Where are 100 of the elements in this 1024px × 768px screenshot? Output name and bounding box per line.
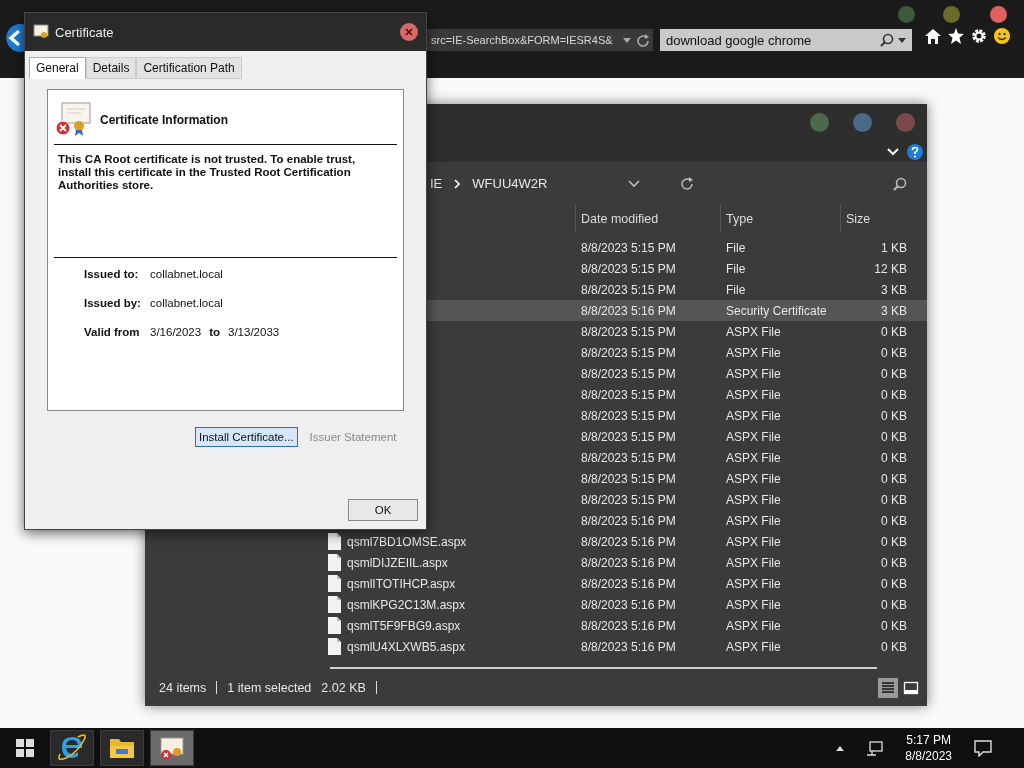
section-heading: Certificate Information <box>100 113 228 127</box>
table-cell-text: 0 KB <box>880 596 908 614</box>
close-icon <box>405 28 413 36</box>
table-cell-text: 8/8/2023 5:15 PM <box>580 491 677 509</box>
dropdown-icon[interactable] <box>898 37 906 43</box>
star-icon[interactable] <box>948 28 964 44</box>
table-cell-text: 8/8/2023 5:16 PM <box>580 575 677 593</box>
table-cell-text: 0 KB <box>880 428 908 446</box>
field-value: 3/16/2023 <box>150 326 202 338</box>
table-cell-text: 8/8/2023 5:15 PM <box>580 344 677 362</box>
search-field[interactable]: download google chrome <box>660 29 912 51</box>
certificate-icon <box>33 24 49 40</box>
table-cell-text: ASPX File <box>725 470 782 488</box>
table-cell-text: File <box>725 281 747 299</box>
file-row[interactable]: qsmlDIJZEIIL.aspx 8/8/2023 5:16 PM ASPX File 0 KB <box>320 552 927 574</box>
table-cell-text: 0 KB <box>880 386 908 404</box>
file-row[interactable]: qsml7BD1OMSE.aspx 8/8/2023 5:16 PM ASPX File 0 KB <box>320 531 927 553</box>
notification-icon[interactable] <box>974 739 992 757</box>
table-cell-text: ASPX File <box>725 491 782 509</box>
file-icon <box>328 575 341 593</box>
clock-date[interactable]: 8/8/2023 <box>905 748 952 764</box>
maximize-button[interactable] <box>943 6 960 23</box>
search-icon[interactable] <box>893 176 907 191</box>
table-cell-text: 8/8/2023 5:16 PM <box>580 302 677 320</box>
chevron-right-icon <box>454 178 461 189</box>
warning-message: This CA Root certificate is not trusted. To enable trust, install this certificate in the Trusted Root Certification Authorities store. <box>54 145 397 258</box>
column-header[interactable]: Date modified <box>575 204 720 233</box>
clock-time[interactable]: 5:17 PM <box>906 732 951 748</box>
file-name: qsmlKPG2C13M.aspx <box>347 597 466 612</box>
chevron-icon[interactable] <box>887 147 899 156</box>
file-icon <box>328 554 341 572</box>
table-cell-text: 8/8/2023 5:15 PM <box>580 407 677 425</box>
table-cell-text: 8/8/2023 5:16 PM <box>580 512 677 530</box>
table-cell-text: ASPX File <box>725 617 782 635</box>
list-icon <box>880 679 896 696</box>
file-row[interactable]: qsmlITOTIHCP.aspx 8/8/2023 5:16 PM ASPX File 0 KB <box>320 573 927 595</box>
refresh-icon[interactable] <box>637 33 649 47</box>
file-icon <box>328 617 341 635</box>
table-cell-text: 8/8/2023 5:15 PM <box>580 260 677 278</box>
taskbar-button[interactable] <box>100 730 144 766</box>
tab[interactable]: Details <box>85 57 137 79</box>
breadcrumb-item[interactable]: WFUU4W2R <box>472 176 548 192</box>
table-cell-text: 8/8/2023 5:16 PM <box>580 554 677 572</box>
details-view-button[interactable] <box>878 677 898 698</box>
certificate-error-icon <box>54 102 92 138</box>
selection-info: 1 item selected <box>227 680 312 695</box>
table-cell-text: 8/8/2023 5:15 PM <box>580 239 677 257</box>
table-cell-text: ASPX File <box>725 323 782 341</box>
table-cell-text: 0 KB <box>880 575 908 593</box>
table-cell-text: 8/8/2023 5:16 PM <box>580 533 677 551</box>
home-icon[interactable] <box>925 28 941 44</box>
field-value: collabnet.local <box>150 268 223 280</box>
table-cell-text: ASPX File <box>725 533 782 551</box>
table-cell-text: 12 KB <box>873 260 908 278</box>
tab[interactable]: Certification Path <box>136 57 242 79</box>
address-field[interactable]: src=IE-SearchBox&FORM=IESR4S& <box>427 29 653 51</box>
file-icon <box>328 533 341 551</box>
dropdown-icon[interactable] <box>628 179 640 188</box>
column-header[interactable]: Size <box>840 204 911 233</box>
breadcrumb-item[interactable]: IE <box>430 176 443 192</box>
taskbar-button[interactable] <box>150 730 194 766</box>
table-cell-text: 0 KB <box>880 449 908 467</box>
table-cell-text: 8/8/2023 5:15 PM <box>580 323 677 341</box>
table-cell-text: 0 KB <box>880 533 908 551</box>
file-row[interactable]: qsmlKPG2C13M.aspx 8/8/2023 5:16 PM ASPX File 0 KB <box>320 594 927 616</box>
selection-size: 2.02 KB <box>321 680 366 695</box>
field-value: 3/13/2033 <box>228 326 280 338</box>
tab[interactable]: General <box>29 57 86 79</box>
dropdown-icon[interactable] <box>623 37 631 43</box>
file-row[interactable]: qsmlU4XLXWB5.aspx 8/8/2023 5:16 PM ASPX File 0 KB <box>320 636 927 658</box>
search-icon[interactable] <box>880 33 894 47</box>
table-cell-text: ASPX File <box>725 512 782 530</box>
column-header[interactable]: Type <box>720 204 840 233</box>
settings-icon[interactable] <box>971 28 987 44</box>
taskbar-button[interactable] <box>50 730 94 766</box>
table-cell-text: 0 KB <box>880 407 908 425</box>
maximize-button[interactable] <box>853 112 872 132</box>
table-cell-text: File <box>725 239 747 257</box>
table-cell-text: 8/8/2023 5:15 PM <box>580 386 677 404</box>
table-cell-text: 3 KB <box>880 281 908 299</box>
start-button[interactable] <box>16 739 34 757</box>
action-button[interactable]: Install Certificate... <box>195 427 298 447</box>
table-cell-text: ASPX File <box>725 365 782 383</box>
field-label: to <box>209 326 221 338</box>
table-cell-text: ASPX File <box>725 428 782 446</box>
ok-button[interactable]: OK <box>348 499 418 521</box>
close-button[interactable] <box>400 23 418 41</box>
help-icon[interactable] <box>907 143 923 160</box>
table-cell-text: File <box>725 260 747 278</box>
table-cell-text: 8/8/2023 5:16 PM <box>580 596 677 614</box>
file-name: qsml7BD1OMSE.aspx <box>347 534 467 549</box>
file-row[interactable]: qsmlT5F9FBG9.aspx 8/8/2023 5:16 PM ASPX File 0 KB <box>320 615 927 637</box>
network-icon[interactable] <box>866 740 884 756</box>
table-cell-text: 0 KB <box>880 512 908 530</box>
file-name: qsmlT5F9FBG9.aspx <box>347 618 461 633</box>
table-cell-text: 0 KB <box>880 344 908 362</box>
close-button[interactable] <box>990 6 1007 23</box>
smiley-icon[interactable] <box>994 28 1010 44</box>
caret-up-icon[interactable] <box>836 745 845 751</box>
refresh-icon[interactable] <box>680 177 693 191</box>
